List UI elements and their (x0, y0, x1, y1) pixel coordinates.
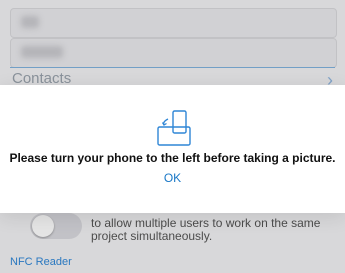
dialog-message: Please turn your phone to the left befor… (9, 151, 336, 165)
rotate-phone-left-icon (157, 110, 191, 146)
rotate-phone-dialog: Please turn your phone to the left befor… (0, 85, 345, 213)
ok-button[interactable]: OK (0, 171, 345, 185)
